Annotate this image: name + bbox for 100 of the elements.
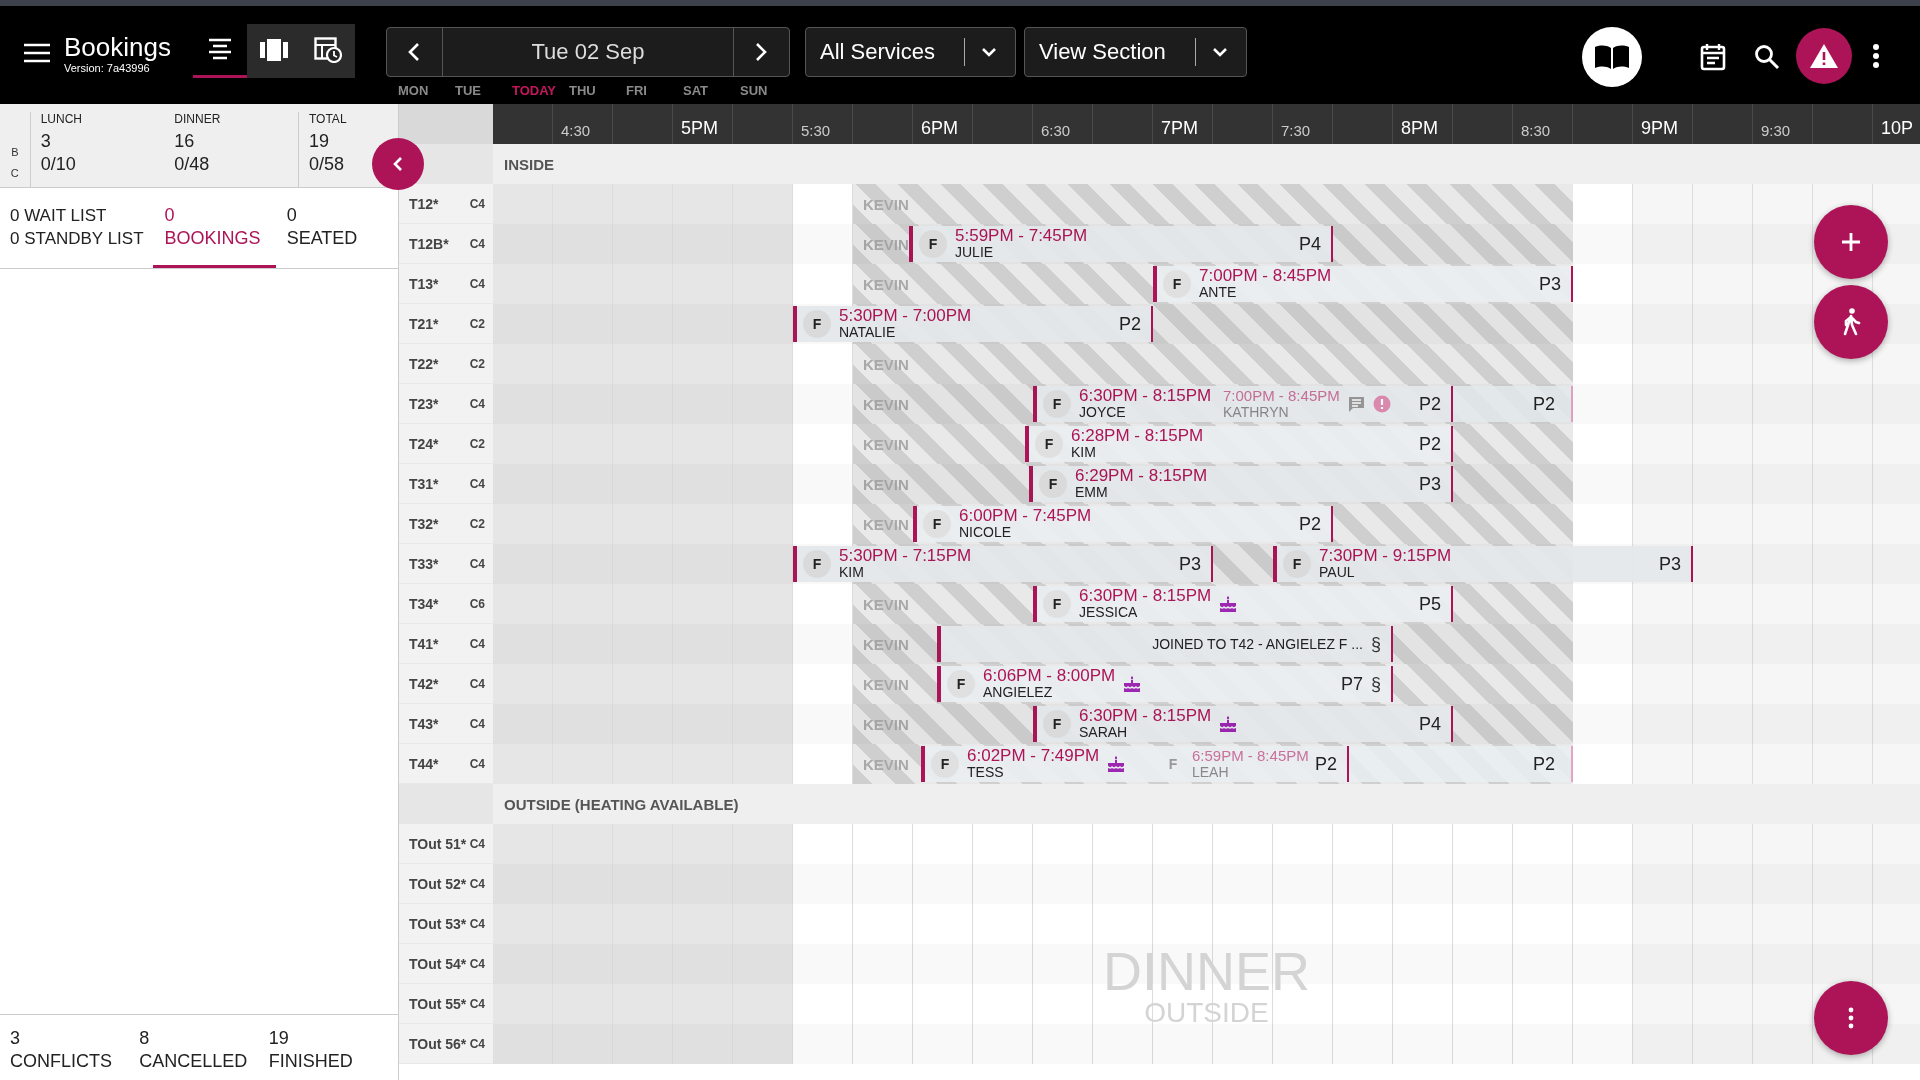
view-mode-button[interactable] [246, 24, 301, 78]
link-mark: § [1371, 673, 1381, 695]
section-dropdown[interactable]: View Section [1023, 27, 1247, 77]
party-size: P2 [1418, 433, 1441, 455]
table-name: T34* [409, 595, 439, 612]
joined-card[interactable]: JOINED TO T42 - ANGIELEZ F ... § [937, 626, 1393, 662]
booking-time: 7:30PM - 9:15PM [1319, 547, 1452, 564]
party-size: P2 [1314, 753, 1337, 775]
table-covers: C4 [469, 236, 485, 251]
booking-card[interactable]: F 6:30PM - 8:15PM SARAH P4 [1033, 706, 1453, 742]
search-icon[interactable] [1754, 44, 1780, 70]
booking-time: 6:30PM - 8:15PM [1079, 587, 1212, 604]
summary-value: 0/10 [40, 153, 77, 176]
party-size: P3 [1178, 553, 1201, 575]
table-covers: C4 [469, 916, 485, 931]
weekday-link[interactable]: THU [568, 83, 626, 98]
table-name: T22* [409, 355, 439, 372]
time-tick-label: 10P [1881, 118, 1914, 139]
alert-button[interactable] [1796, 28, 1852, 84]
weekday-link[interactable]: MON [397, 83, 455, 98]
booking-time: 6:02PM - 7:49PM [967, 747, 1100, 764]
table-name: T21* [409, 315, 439, 332]
services-dropdown[interactable]: All Services [804, 27, 1016, 77]
booking-time: 6:30PM - 8:15PM [1079, 387, 1212, 404]
guest-name: ANTE [1199, 284, 1238, 301]
table-name: T13* [409, 275, 439, 292]
table-name: T41* [409, 635, 439, 652]
booking-card[interactable]: F 5:30PM - 7:15PM KIM P3 [793, 546, 1213, 582]
booking-card[interactable] [1453, 386, 1573, 422]
weekday-link[interactable]: TODAY [511, 83, 569, 98]
table-name: T33* [409, 555, 439, 572]
count-stat: 3 CONFLICTS [10, 1027, 113, 1073]
booking-card[interactable]: F 7:30PM - 9:15PM PAUL P3 [1273, 546, 1693, 582]
section-heading: INSIDE [504, 155, 554, 173]
booking-time: 5:30PM - 7:00PM [839, 307, 972, 324]
party-size: P2 [1418, 393, 1441, 415]
table-name: T23* [409, 395, 439, 412]
status-letter: F [931, 750, 959, 778]
booking-card[interactable]: F 6:06PM - 8:00PM ANGIELEZ P7 § [937, 666, 1393, 702]
status-letter: F [803, 310, 831, 338]
caret-icon [1211, 47, 1228, 57]
table-covers: C4 [469, 676, 485, 691]
party-size: P3 [1658, 553, 1681, 575]
staff-label: KEVIN [863, 355, 909, 373]
chevron-left-icon [408, 42, 421, 62]
table-covers: C4 [469, 396, 485, 411]
booking-time: 5:30PM - 7:15PM [839, 547, 972, 564]
status-letter: F [1043, 590, 1071, 618]
status-letter: F [1043, 710, 1071, 738]
booking-card[interactable]: F 6:30PM - 8:15PM JESSICA P5 [1033, 586, 1453, 622]
summary-heading: TOTAL [309, 112, 348, 126]
weekday-link[interactable]: TUE [454, 83, 512, 98]
party-size: P2 [1533, 393, 1556, 416]
guest-name: SARAH [1079, 724, 1129, 741]
more-icon[interactable] [1872, 43, 1880, 69]
count-stat: 8 CANCELLED [139, 1027, 249, 1073]
table-covers: C4 [469, 756, 485, 771]
booking-card[interactable]: F 5:59PM - 7:45PM JULIE P4 [909, 226, 1333, 262]
caret-icon [980, 47, 997, 57]
table-covers: C4 [469, 1036, 485, 1051]
weekday-link[interactable]: SUN [739, 83, 797, 98]
status-letter: F [923, 510, 951, 538]
table-name: TOut 51* [409, 835, 467, 852]
time-tick-label: 8:30 [1521, 122, 1551, 139]
staff-label: KEVIN [863, 435, 909, 453]
columns-icon [259, 38, 288, 61]
table-name: T43* [409, 715, 439, 732]
table-name: T31* [409, 475, 439, 492]
time-tick-label: 5PM [681, 118, 718, 139]
booking-card[interactable]: F 6:00PM - 7:45PM NICOLE P2 [913, 506, 1333, 542]
staff-label: KEVIN [863, 595, 909, 613]
table-name: T32* [409, 515, 439, 532]
book-button[interactable] [1582, 27, 1642, 87]
booking-card[interactable]: F 5:30PM - 7:00PM NATALIE P2 [793, 306, 1153, 342]
party-size: P2 [1118, 313, 1141, 335]
staff-label: KEVIN [863, 635, 909, 653]
time-tick-label: 6:30 [1041, 122, 1071, 139]
view-mode-button[interactable] [300, 24, 355, 78]
table-name: T12* [409, 195, 439, 212]
table-name: T44* [409, 755, 439, 772]
count-stat: 19 FINISHED [268, 1027, 354, 1073]
party-size: P5 [1418, 593, 1441, 615]
calendar-icon[interactable] [1700, 43, 1726, 71]
status-letter: F [1035, 430, 1063, 458]
weekday-link[interactable]: SAT [682, 83, 740, 98]
booking-card[interactable]: F 6:28PM - 8:15PM KIM P2 [1025, 426, 1453, 462]
table-name: T12B* [409, 235, 449, 252]
time-tick-label: 6PM [921, 118, 958, 139]
status-letter: F [803, 550, 831, 578]
weekday-link[interactable]: FRI [625, 83, 683, 98]
party-size: P7 [1340, 673, 1363, 695]
party-size: P2 [1298, 513, 1321, 535]
table-covers: C2 [469, 436, 485, 451]
booking-card[interactable]: F 7:00PM - 8:45PM ANTE P3 [1153, 266, 1573, 302]
booking-card[interactable]: F 6:29PM - 8:15PM EMM P3 [1029, 466, 1453, 502]
table-covers: C4 [469, 956, 485, 971]
table-covers: C4 [469, 836, 485, 851]
section-heading: OUTSIDE (HEATING AVAILABLE) [504, 795, 739, 813]
menu-icon[interactable] [24, 43, 50, 63]
staff-label: KEVIN [863, 755, 909, 773]
